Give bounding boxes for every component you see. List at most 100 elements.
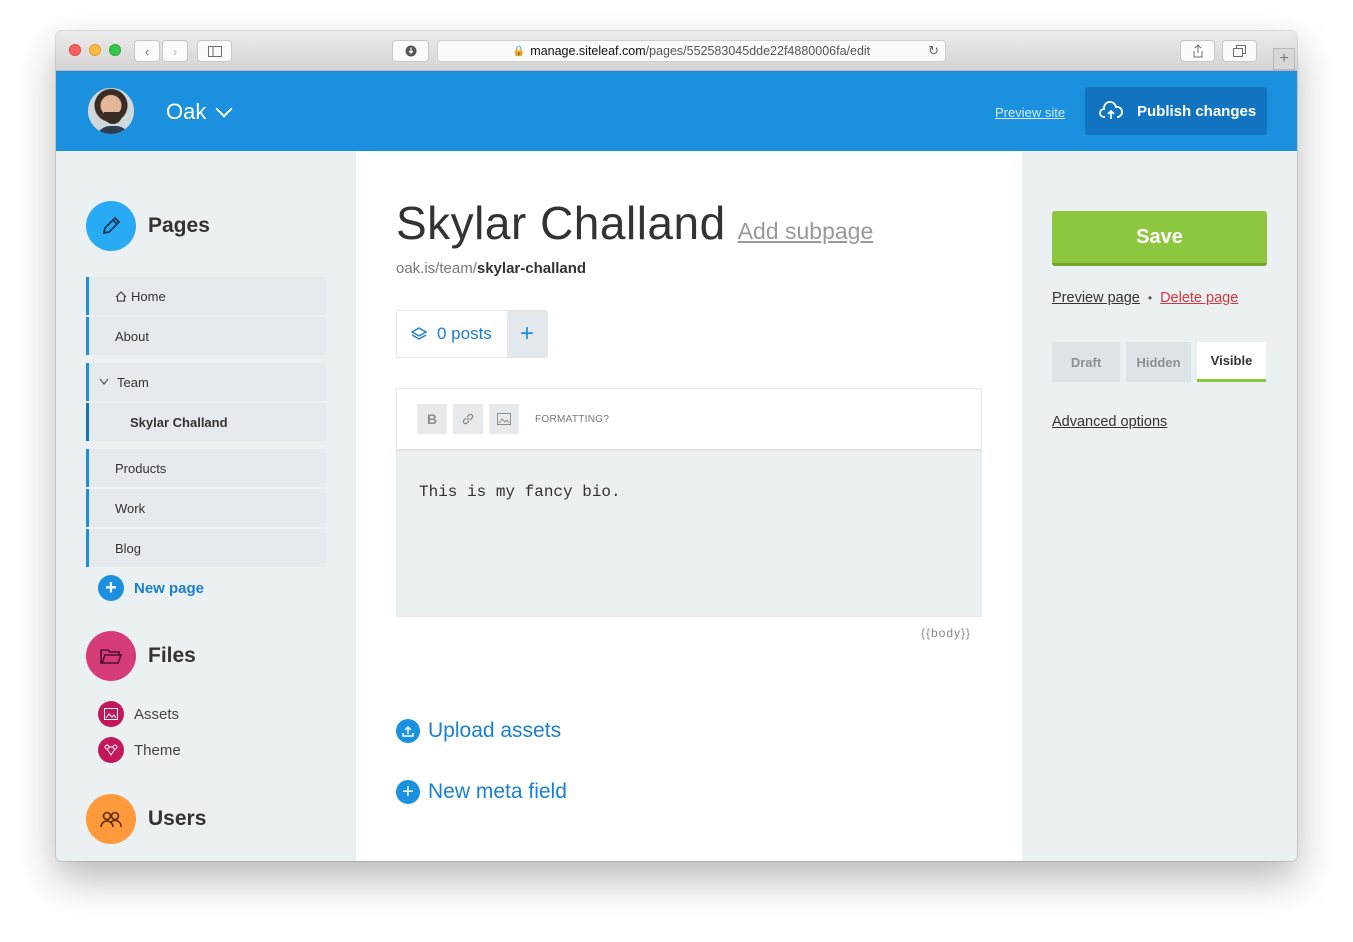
pages-title: Pages	[148, 214, 210, 237]
posts-button[interactable]: 0 posts	[397, 311, 507, 357]
site-switcher[interactable]: Oak	[166, 99, 233, 125]
page-settings-panel: Save Preview page • Delete page Draft Hi…	[1022, 151, 1297, 861]
sidebar-item-label: Products	[115, 460, 167, 476]
layers-icon	[411, 327, 427, 340]
tabs-button[interactable]	[1222, 40, 1257, 62]
page-title-row: Skylar Challand Add subpage	[396, 196, 873, 250]
new-meta-field-label: New meta field	[428, 780, 567, 803]
extension-button[interactable]	[392, 40, 429, 62]
files-title: Files	[148, 644, 196, 667]
posts-control: 0 posts +	[396, 310, 548, 358]
slug-value: skylar-challand	[476, 260, 587, 277]
close-window-button[interactable]	[69, 44, 81, 56]
files-section-header[interactable]: Files	[86, 631, 196, 681]
minimize-window-button[interactable]	[89, 44, 101, 56]
address-bar[interactable]: 🔒 manage.siteleaf.com/pages/552583045dde…	[437, 40, 946, 62]
new-page-button[interactable]: + New page	[98, 575, 204, 601]
publish-changes-button[interactable]: Publish changes	[1085, 87, 1267, 135]
share-icon	[1193, 44, 1202, 58]
tabs-icon	[1233, 45, 1246, 57]
bold-button[interactable]: B	[417, 404, 447, 434]
visibility-tabs: Draft Hidden Visible	[1052, 342, 1266, 382]
formatting-help-link[interactable]: FORMATTING?	[535, 414, 609, 425]
page-slug[interactable]: oak.is/team/skylar-challand	[396, 260, 586, 277]
sidebar: Pages Home About Team Skylar Challand Pr…	[56, 151, 356, 861]
app-header: Oak Preview site Publish changes	[56, 71, 1297, 151]
sidebar-item-skylar-challand[interactable]: Skylar Challand	[86, 403, 326, 441]
body-variable-tag: {{body}}	[921, 626, 972, 640]
sidebar-item-label: Theme	[134, 741, 181, 759]
image-icon	[98, 701, 124, 727]
browser-window: ‹ › 🔒 manage.siteleaf.com/pages/55258304…	[56, 31, 1297, 861]
add-subpage-link[interactable]: Add subpage	[738, 218, 874, 245]
plus-icon: +	[98, 575, 124, 601]
new-page-label: New page	[134, 579, 205, 597]
posts-count: 0 posts	[437, 324, 492, 343]
home-icon	[115, 290, 127, 302]
users-icon	[86, 794, 136, 844]
sidebar-item-products[interactable]: Products	[86, 449, 326, 487]
pencil-icon	[86, 201, 136, 251]
chevron-down-icon	[215, 100, 233, 118]
sidebar-item-theme[interactable]: Theme	[98, 737, 181, 763]
save-button[interactable]: Save	[1052, 211, 1267, 266]
publish-label: Publish changes	[1137, 102, 1257, 120]
editor-toolbar: B FORMATTING?	[397, 389, 981, 451]
image-button[interactable]	[489, 404, 519, 434]
sidebar-item-label: Skylar Challand	[130, 414, 228, 430]
preview-page-link[interactable]: Preview page	[1052, 290, 1140, 306]
add-post-button[interactable]: +	[507, 311, 547, 357]
upload-assets-button[interactable]: Upload assets	[396, 719, 561, 743]
sidebar-item-assets[interactable]: Assets	[98, 701, 179, 727]
sidebar-item-label: Blog	[115, 540, 142, 556]
zoom-window-button[interactable]	[109, 44, 121, 56]
image-icon	[497, 413, 511, 425]
delete-page-link[interactable]: Delete page	[1160, 290, 1238, 306]
tab-hidden[interactable]: Hidden	[1126, 342, 1191, 382]
users-section-header[interactable]: Users	[86, 794, 206, 844]
sidebar-icon	[207, 45, 222, 57]
pages-section-header[interactable]: Pages	[86, 201, 210, 251]
pages-nav: Home About Team Skylar Challand Products…	[86, 277, 326, 569]
tab-draft[interactable]: Draft	[1052, 342, 1120, 382]
forward-button[interactable]: ›	[162, 40, 188, 62]
users-title: Users	[148, 807, 207, 830]
sidebar-item-blog[interactable]: Blog	[86, 529, 326, 567]
sidebar-item-label: Home	[131, 288, 166, 304]
plus-icon: +	[396, 780, 420, 804]
chevron-down-icon	[99, 378, 109, 385]
back-button[interactable]: ‹	[134, 40, 160, 62]
url-path: /pages/552583045dde22f4880006fa/edit	[645, 44, 871, 58]
new-meta-field-button[interactable]: + New meta field	[396, 780, 567, 804]
slug-prefix: oak.is/team/	[396, 260, 477, 277]
page-title[interactable]: Skylar Challand	[396, 196, 726, 250]
reload-icon[interactable]: ↻	[928, 43, 939, 59]
sidebar-item-label: About	[115, 328, 149, 344]
preview-site-link[interactable]: Preview site	[995, 105, 1065, 120]
folder-icon	[86, 631, 136, 681]
sidebar-item-label: Work	[115, 500, 146, 516]
body-editor: B FORMATTING? This is my fancy bio.	[396, 388, 982, 617]
avatar[interactable]	[86, 86, 136, 136]
browser-toolbar: ‹ › 🔒 manage.siteleaf.com/pages/55258304…	[56, 31, 1297, 71]
sidebar-item-home[interactable]: Home	[86, 277, 326, 315]
theme-icon	[98, 737, 124, 763]
sidebar-item-label: Team	[117, 374, 149, 390]
sidebar-item-work[interactable]: Work	[86, 489, 326, 527]
separator-dot: •	[1147, 291, 1153, 305]
sidebar-item-about[interactable]: About	[86, 317, 326, 355]
upload-assets-label: Upload assets	[428, 719, 562, 742]
body-textarea[interactable]: This is my fancy bio.	[397, 451, 981, 616]
sidebar-item-label: Assets	[134, 705, 180, 723]
advanced-options-link[interactable]: Advanced options	[1052, 414, 1167, 430]
link-icon	[462, 413, 474, 425]
page-actions: Preview page • Delete page	[1052, 290, 1238, 306]
tab-visible[interactable]: Visible	[1197, 342, 1266, 382]
lock-icon: 🔒	[512, 45, 526, 57]
cloud-upload-icon	[1099, 101, 1123, 119]
share-button[interactable]	[1180, 40, 1215, 62]
link-button[interactable]	[453, 404, 483, 434]
sidebar-item-team[interactable]: Team	[86, 363, 326, 401]
sidebar-toggle-button[interactable]	[197, 40, 232, 62]
new-tab-button[interactable]: +	[1273, 48, 1295, 70]
